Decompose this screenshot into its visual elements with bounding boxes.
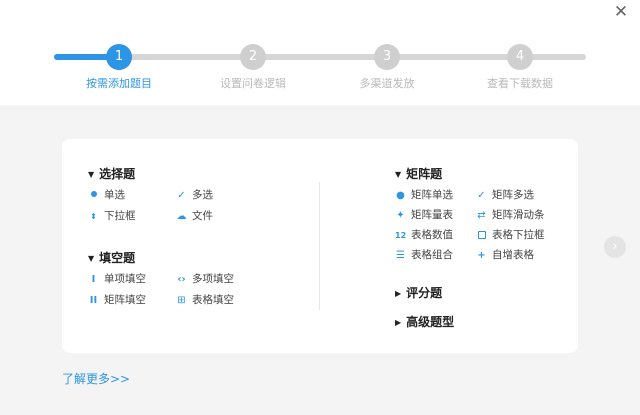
item-table-dropdown[interactable]: 表格下拉框 bbox=[476, 228, 545, 242]
step-label: 按需添加题目 bbox=[86, 77, 152, 90]
item-table-fill[interactable]: ⊞ 表格填空 bbox=[176, 293, 234, 307]
step-label: 设置问卷逻辑 bbox=[220, 77, 286, 90]
item-label: 矩阵单选 bbox=[411, 189, 453, 201]
item-matrix-fill[interactable]: II 矩阵填空 bbox=[88, 293, 146, 307]
caret-down-icon: ▼ bbox=[88, 170, 95, 179]
item-label: 表格下拉框 bbox=[492, 229, 545, 241]
radio-dot-icon bbox=[88, 189, 99, 203]
text-cursor-icon: I bbox=[91, 274, 96, 285]
step-4[interactable]: 4 查看下载数据 bbox=[450, 44, 590, 91]
item-label: 矩阵滑动条 bbox=[492, 209, 545, 221]
item-dropdown[interactable]: ⬍ 下拉框 bbox=[88, 209, 136, 223]
column-divider bbox=[319, 182, 320, 310]
item-label: 矩阵多选 bbox=[492, 189, 534, 201]
dropdown-box-icon bbox=[476, 229, 487, 243]
step-2[interactable]: 2 设置问卷逻辑 bbox=[183, 44, 323, 91]
item-single-fill[interactable]: I 单项填空 bbox=[88, 272, 146, 286]
step-number: 4 bbox=[507, 44, 533, 70]
item-matrix-slider[interactable]: ⇄ 矩阵滑动条 bbox=[476, 208, 545, 222]
item-label: 表格组合 bbox=[411, 249, 453, 261]
item-file[interactable]: ☁ 文件 bbox=[176, 209, 214, 223]
progress-stepper: 1 按需添加题目 2 设置问卷逻辑 3 多渠道发放 4 查看下载数据 bbox=[0, 0, 640, 105]
group-title: 高级题型 bbox=[406, 315, 455, 329]
item-matrix-multi[interactable]: ✓ 矩阵多选 bbox=[476, 188, 534, 202]
step-number: 2 bbox=[240, 44, 266, 70]
caret-down-icon: ▼ bbox=[395, 170, 402, 179]
item-label: 下拉框 bbox=[104, 210, 136, 222]
group-title: 选择题 bbox=[99, 167, 136, 181]
table-icon: ⊞ bbox=[177, 295, 186, 306]
checkmark-icon: ✓ bbox=[177, 190, 186, 201]
chevron-right-icon: › bbox=[612, 239, 618, 254]
matrix-scale-icon: ✦ bbox=[396, 210, 405, 221]
item-table-combo[interactable]: ☰ 表格组合 bbox=[395, 248, 453, 262]
learn-more-link[interactable]: 了解更多>> bbox=[62, 370, 130, 387]
step-1[interactable]: 1 按需添加题目 bbox=[49, 44, 189, 91]
item-multiple-choice[interactable]: ✓ 多选 bbox=[176, 188, 213, 202]
group-toggle-choice[interactable]: ▼ 选择题 bbox=[88, 166, 135, 182]
group-toggle-matrix[interactable]: ▼ 矩阵题 bbox=[395, 166, 442, 182]
step-label: 查看下载数据 bbox=[487, 77, 553, 90]
grid-combo-icon: ☰ bbox=[396, 250, 405, 261]
item-multi-fill[interactable]: ‹› 多项填空 bbox=[176, 272, 234, 286]
item-label: 表格填空 bbox=[192, 294, 234, 306]
cloud-upload-icon: ☁ bbox=[176, 211, 187, 222]
group-fill: ▼ 填空题 I 单项填空 ‹› 多项填空 II 矩阵填空 ⊞ 表格填空 bbox=[88, 250, 234, 322]
caret-down-icon: ▼ bbox=[88, 254, 95, 263]
item-label: 单选 bbox=[104, 189, 125, 201]
group-title: 评分题 bbox=[406, 286, 443, 300]
question-type-panel: ▼ 选择题 单选 ✓ 多选 ⬍ 下拉框 ☁ 文件 ▼ 填空题 I 单项填空 ‹›… bbox=[62, 139, 578, 353]
caret-right-icon: ▶ bbox=[395, 318, 402, 327]
item-auto-table[interactable]: + 自增表格 bbox=[476, 248, 534, 262]
brackets-icon: ‹› bbox=[177, 274, 186, 285]
item-label: 表格数值 bbox=[411, 229, 453, 241]
group-score: ▶ 评分题 bbox=[395, 285, 442, 301]
item-single-choice[interactable]: 单选 bbox=[88, 188, 125, 202]
dropdown-arrows-icon: ⬍ bbox=[90, 212, 97, 221]
item-label: 单项填空 bbox=[104, 273, 146, 285]
group-toggle-advanced[interactable]: ▶ 高级题型 bbox=[395, 314, 454, 330]
item-label: 多项填空 bbox=[192, 273, 234, 285]
group-choice: ▼ 选择题 单选 ✓ 多选 ⬍ 下拉框 ☁ 文件 bbox=[88, 166, 213, 238]
caret-right-icon: ▶ bbox=[395, 289, 402, 298]
step-label: 多渠道发放 bbox=[359, 77, 415, 90]
slider-icon: ⇄ bbox=[477, 210, 486, 221]
item-matrix-scale[interactable]: ✦ 矩阵量表 bbox=[395, 208, 453, 222]
item-label: 多选 bbox=[192, 189, 213, 201]
step-number: 1 bbox=[106, 44, 132, 70]
item-label: 矩阵量表 bbox=[411, 209, 453, 221]
plus-icon: + bbox=[477, 250, 486, 261]
group-title: 填空题 bbox=[99, 251, 136, 265]
item-label: 文件 bbox=[192, 210, 213, 222]
group-toggle-fill[interactable]: ▼ 填空题 bbox=[88, 250, 135, 266]
item-label: 自增表格 bbox=[492, 249, 534, 261]
group-matrix: ▼ 矩阵题 ● 矩阵单选 ✓ 矩阵多选 ✦ 矩阵量表 ⇄ 矩阵滑动条 12 表格数值 表格下… bbox=[395, 166, 545, 268]
item-matrix-single[interactable]: ● 矩阵单选 bbox=[395, 188, 453, 202]
step-3[interactable]: 3 多渠道发放 bbox=[317, 44, 457, 91]
group-title: 矩阵题 bbox=[406, 167, 443, 181]
number-12-icon: 12 bbox=[395, 231, 407, 240]
group-advanced: ▶ 高级题型 bbox=[395, 314, 454, 330]
double-cursor-icon: II bbox=[89, 295, 98, 306]
step-number: 3 bbox=[374, 44, 400, 70]
next-page-button[interactable]: › bbox=[604, 236, 626, 258]
matrix-radio-icon: ● bbox=[396, 190, 405, 201]
matrix-check-icon: ✓ bbox=[477, 190, 486, 201]
item-table-number[interactable]: 12 表格数值 bbox=[395, 228, 453, 242]
group-toggle-score[interactable]: ▶ 评分题 bbox=[395, 285, 442, 301]
item-label: 矩阵填空 bbox=[104, 294, 146, 306]
